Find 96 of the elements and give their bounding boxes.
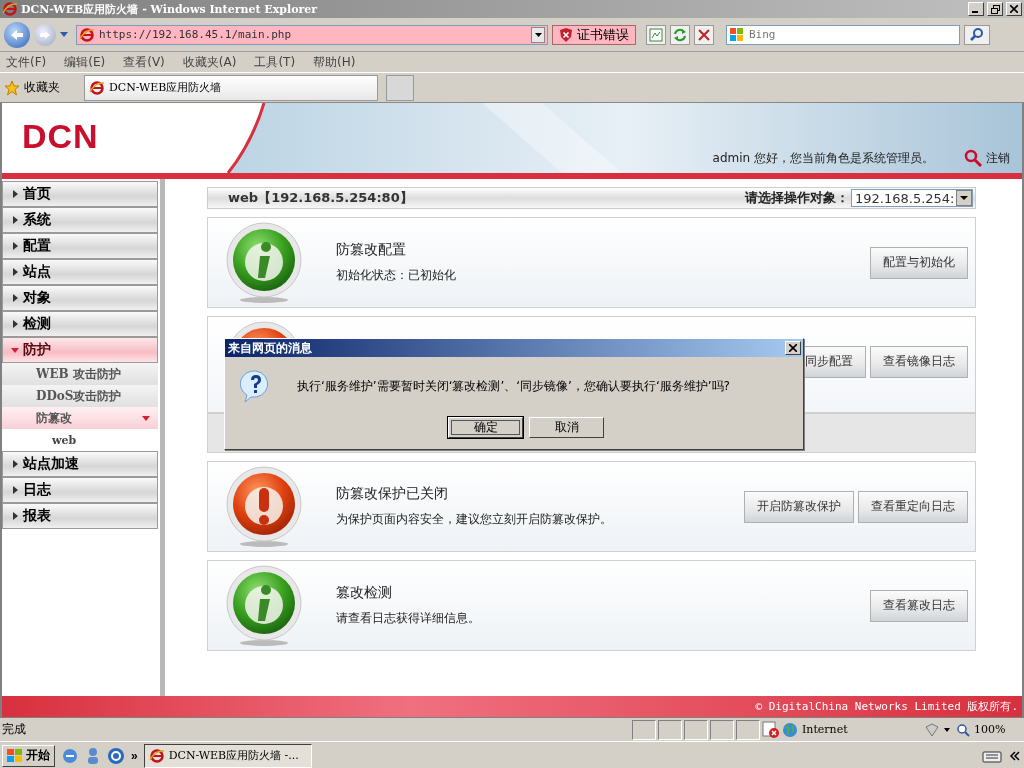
shield-icon [559, 27, 573, 42]
sidebar-item[interactable]: 报表 [2, 503, 158, 529]
card-description: 初始化状态：已初始化 [336, 267, 457, 284]
sidebar-item[interactable]: 配置 [2, 233, 158, 259]
target-label: 请选择操作对象： [745, 189, 849, 207]
browser-launch-icon[interactable] [61, 746, 79, 765]
target-title: web【192.168.5.254:80】 [228, 189, 413, 207]
zone-text: Internet [802, 723, 848, 736]
status-text: 完成 [2, 721, 27, 738]
search-button[interactable] [964, 24, 990, 45]
logout-link[interactable]: 注销 [964, 149, 1010, 167]
more-button[interactable]: » [131, 748, 138, 763]
history-dropdown-icon[interactable] [60, 31, 68, 38]
back-button[interactable] [4, 21, 30, 48]
sidebar-item[interactable]: 对象 [2, 285, 158, 311]
sidebar-item[interactable]: 首页 [2, 181, 158, 207]
windows-logo-icon [7, 748, 23, 763]
compatibility-button[interactable] [646, 24, 666, 45]
sidebar-subitem[interactable]: DDoS攻击防护 [2, 385, 158, 407]
action-button[interactable]: 查看篡改日志 [870, 589, 968, 622]
menu-item[interactable]: 编辑(E) [64, 53, 106, 71]
logo: DCN [22, 117, 99, 156]
action-button[interactable]: 查看重定向日志 [858, 490, 968, 523]
status-pane [632, 719, 656, 740]
minimize-button[interactable] [968, 2, 984, 16]
greeting-text: admin 您好，您当前角色是系统管理员。 [712, 150, 934, 167]
search-field[interactable]: Bing [726, 24, 960, 45]
browser-tab[interactable]: DCN-WEB应用防火墙 [84, 74, 378, 101]
app-icon[interactable] [107, 746, 125, 765]
status-pane [658, 719, 682, 740]
refresh-button[interactable] [670, 24, 690, 45]
action-button[interactable]: 配置与初始化 [870, 246, 968, 279]
close-icon [1010, 5, 1018, 13]
dialog-button[interactable]: 取消 [529, 417, 604, 438]
window-title: DCN-WEB应用防火墙 - Windows Internet Explorer [21, 1, 319, 17]
forward-arrow-icon [39, 29, 51, 40]
sidebar-item[interactable]: 系统 [2, 207, 158, 233]
restore-icon [990, 4, 1000, 14]
dropdown-arrow-icon [534, 32, 542, 37]
dialog-close-button[interactable] [785, 341, 801, 355]
address-dropdown-button[interactable] [531, 26, 545, 43]
status-pane [736, 719, 760, 740]
zoom-button[interactable]: 100% [956, 722, 1022, 737]
dialog-title: 来自网页的消息 [228, 339, 312, 357]
start-button[interactable]: 开始 [2, 744, 55, 767]
card-title: 篡改检测 [336, 584, 393, 602]
star-icon [4, 79, 20, 96]
copyright-text: © DigitalChina Networks Limited 版权所有. [755, 699, 1018, 714]
dialog-button[interactable]: 确定 [448, 417, 523, 438]
blocked-icon [762, 720, 780, 739]
status-pane [710, 719, 734, 740]
close-icon [789, 344, 797, 352]
menu-item[interactable]: 工具(T) [254, 53, 296, 71]
magnifier-icon [956, 722, 970, 737]
sidebar-item[interactable]: 检测 [2, 311, 158, 337]
address-field[interactable]: https://192.168.45.1/main.php [76, 24, 548, 45]
stop-button[interactable] [694, 24, 714, 45]
back-arrow-icon [10, 28, 24, 41]
sidebar-item[interactable]: 站点 [2, 259, 158, 285]
chart-page-icon [649, 27, 663, 42]
card-description: 请查看日志获得详细信息。 [336, 610, 481, 627]
menu-item[interactable]: 文件(F) [6, 53, 47, 71]
dialog-message: 执行‘服务维护’需要暂时关闭‘篡改检测’、‘同步镜像’，您确认要执行‘服务维护’吗? [297, 377, 730, 395]
stop-icon [698, 28, 710, 41]
sidebar-item[interactable]: 防护 [2, 337, 158, 363]
restore-button[interactable] [987, 2, 1003, 16]
close-button[interactable] [1006, 2, 1022, 16]
info-icon [224, 221, 304, 304]
menu-item[interactable]: 查看(V) [123, 53, 165, 71]
ie-logo-icon [2, 1, 18, 17]
expand-tray-icon[interactable] [1008, 748, 1022, 763]
exclamation-icon [224, 465, 304, 548]
sidebar-item[interactable]: 日志 [2, 477, 158, 503]
card-title: 防篡改配置 [336, 241, 407, 259]
status-pane [684, 719, 708, 740]
search-icon [970, 27, 984, 42]
card-description: 为保护页面内容安全，建议您立刻开启防篡改保护。 [336, 511, 613, 528]
menu-item[interactable]: 收藏夹(A) [182, 53, 237, 71]
favorites-button[interactable]: 收藏夹 [4, 79, 76, 96]
taskbar-button[interactable]: DCN-WEB应用防火墙 -... [143, 743, 312, 768]
ie-icon [79, 26, 95, 43]
sidebar-item[interactable]: 站点加速 [2, 451, 158, 477]
ie-icon [148, 747, 165, 764]
ie-icon [89, 79, 105, 96]
menu-item[interactable]: 帮助(H) [313, 53, 356, 71]
refresh-icon [673, 27, 687, 42]
globe-icon [782, 721, 798, 738]
sidebar-subitem[interactable]: 防篡改 [2, 407, 158, 429]
sidebar-subitem[interactable]: WEB 攻击防护 [2, 363, 158, 385]
info-icon [224, 564, 304, 647]
keyboard-icon[interactable] [982, 748, 1002, 763]
certificate-error-button[interactable]: 证书错误 [552, 24, 636, 45]
action-button[interactable]: 开启防篡改保护 [744, 490, 854, 523]
card-title: 防篡改保护已关闭 [336, 485, 449, 503]
action-button[interactable]: 查看镜像日志 [870, 345, 968, 378]
target-select[interactable]: 192.168.5.254: [851, 189, 973, 207]
